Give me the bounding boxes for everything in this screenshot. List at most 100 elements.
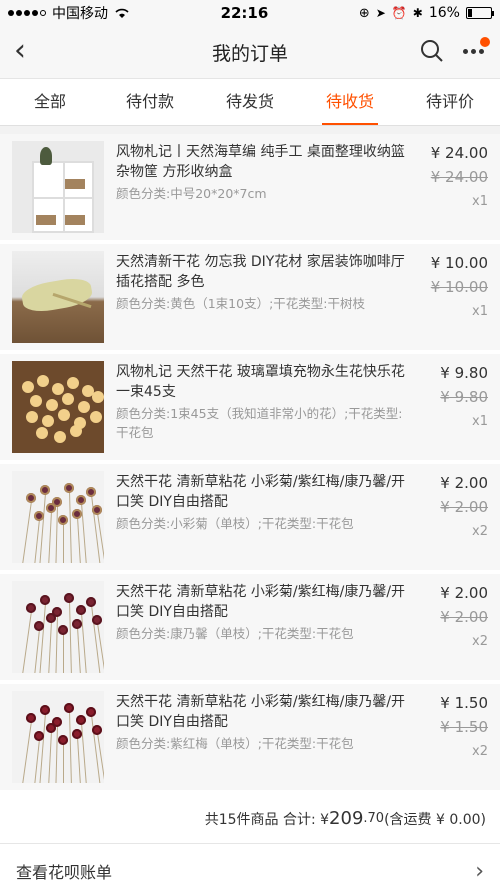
order-item[interactable]: 风物札记 天然干花 玻璃罩填充物永生花快乐花 一束45支 颜色分类:1束45支（… [0,354,500,464]
bloom-decoration [92,725,102,735]
stem-decoration [47,730,52,783]
product-quantity: x2 [472,634,488,649]
page-title: 我的订单 [211,42,288,65]
bloom-decoration [86,707,96,717]
stem-decoration [63,633,64,673]
bloom-decoration [76,605,86,615]
stem-decoration [55,504,58,563]
summary-count: 共15件商品 合计: ¥ [204,811,330,828]
stem-decoration [21,500,32,563]
product-price: ¥ 9.80 [440,364,488,382]
stem-decoration [77,736,82,783]
stem-decoration [69,710,73,783]
stem-decoration [81,722,88,783]
bloom-decoration [26,493,36,503]
order-item[interactable]: 风物札记丨天然海草编 纯手工 桌面整理收纳篮杂物筐 方形收纳盒 颜色分类:中号2… [0,134,500,244]
tab-pending-payment[interactable]: 待付款 [100,79,200,125]
bloom-decoration [92,615,102,625]
product-image [12,691,104,783]
bloom-decoration [64,593,74,603]
order-item[interactable]: 天然干花 清新草粘花 小彩菊/紫红梅/康乃馨/开口笑 DIY自由搭配 颜色分类:… [0,684,500,794]
huabei-bill-label: 查看花呗账单 [16,863,113,882]
stem-decoration [77,516,82,563]
chevron-right-icon: › [475,858,484,884]
order-item[interactable]: 天然干花 清新草粘花 小彩菊/紫红梅/康乃馨/开口笑 DIY自由搭配 颜色分类:… [0,464,500,574]
product-price: ¥ 10.00 [430,254,488,272]
bloom-decoration [46,503,56,513]
product-quantity: x1 [472,414,488,429]
notification-dot [480,37,490,47]
status-right: ⊕ ➤ ⏰ ✱ 16% [359,5,494,21]
stem-decoration [77,626,82,673]
bloom-decoration [40,705,50,715]
tab-all[interactable]: 全部 [0,79,100,125]
bloom-decoration [58,625,68,635]
order-item-list: 风物札记丨天然海草编 纯手工 桌面整理收纳篮杂物筐 方形收纳盒 颜色分类:中号2… [0,134,500,794]
tab-pending-review[interactable]: 待评价 [400,79,500,125]
product-image [12,581,104,673]
product-quantity: x2 [472,524,488,539]
status-time: 22:16 [220,4,269,22]
bloom-decoration [58,515,68,525]
search-icon[interactable] [420,39,444,63]
product-spec: 颜色分类:小彩菊（单枝）;干花类型:干花包 [116,516,354,531]
battery-percent: 16% [428,5,460,21]
flower-decoration [22,381,34,393]
product-spec: 颜色分类:康乃馨（单枝）;干花类型:干花包 [116,626,354,641]
bloom-decoration [86,597,96,607]
alarm-icon: ⏰ [391,6,407,20]
product-original-price: ¥ 2.00 [440,608,488,626]
flower-decoration [36,427,48,439]
product-spec: 颜色分类:黄色（1束10支）;干花类型:干树枝 [116,296,365,311]
product-spec: 颜色分类:1束45支（我知道非常小的花）;干花类型:干花包 [116,406,403,440]
product-title: 天然干花 清新草粘花 小彩菊/紫红梅/康乃馨/开口笑 DIY自由搭配 [116,694,406,730]
flower-decoration [67,377,79,389]
flower-decoration [70,425,82,437]
bloom-decoration [92,505,102,515]
bloom-decoration [40,595,50,605]
flower-decoration [78,401,90,413]
bloom-decoration [72,619,82,629]
flower-decoration [62,393,74,405]
flower-decoration [92,391,104,403]
bloom-decoration [46,613,56,623]
status-left: 中国移动 [8,3,130,23]
bloom-decoration [34,621,44,631]
product-spec: 颜色分类:紫红梅（单枝）;干花类型:干花包 [116,736,354,751]
product-price: ¥ 2.00 [440,584,488,602]
huabei-bill-link[interactable]: 查看花呗账单 › [0,844,500,888]
flower-decoration [42,415,54,427]
bloom-decoration [72,509,82,519]
back-arrow-icon[interactable]: ‹ [14,36,38,66]
summary-total-decimal: .70 [363,811,385,826]
product-title: 天然干花 清新草粘花 小彩菊/紫红梅/康乃馨/开口笑 DIY自由搭配 [116,474,406,510]
product-price: ¥ 24.00 [430,144,488,162]
bloom-decoration [40,485,50,495]
more-icon[interactable] [458,37,490,63]
bloom-decoration [34,731,44,741]
status-bar: 中国移动 22:16 ⊕ ➤ ⏰ ✱ 16% [0,0,500,26]
product-original-price: ¥ 24.00 [430,168,488,186]
product-price: ¥ 1.50 [440,694,488,712]
stem-decoration [47,510,52,563]
bloom-decoration [72,729,82,739]
bloom-decoration [34,511,44,521]
stem-decoration [81,502,88,563]
tab-pending-shipment[interactable]: 待发货 [200,79,300,125]
stem-decoration [63,743,64,783]
stem-decoration [47,620,52,673]
order-item[interactable]: 天然清新干花 勿忘我 DIY花材 家居装饰咖啡厅插花搭配 多色 颜色分类:黄色（… [0,244,500,354]
bloom-decoration [64,483,74,493]
stem-decoration [38,492,46,563]
product-title: 天然干花 清新草粘花 小彩菊/紫红梅/康乃馨/开口笑 DIY自由搭配 [116,584,406,620]
bloom-decoration [46,723,56,733]
signal-icon [8,10,46,16]
bluetooth-icon: ✱ [412,6,423,20]
order-item[interactable]: 天然干花 清新草粘花 小彩菊/紫红梅/康乃馨/开口笑 DIY自由搭配 颜色分类:… [0,574,500,684]
wifi-icon [115,8,129,18]
product-original-price: ¥ 1.50 [440,718,488,736]
flower-decoration [90,411,102,423]
battery-icon [465,7,494,19]
tab-pending-receipt[interactable]: 待收货 [300,79,400,125]
stem-decoration [81,612,88,673]
